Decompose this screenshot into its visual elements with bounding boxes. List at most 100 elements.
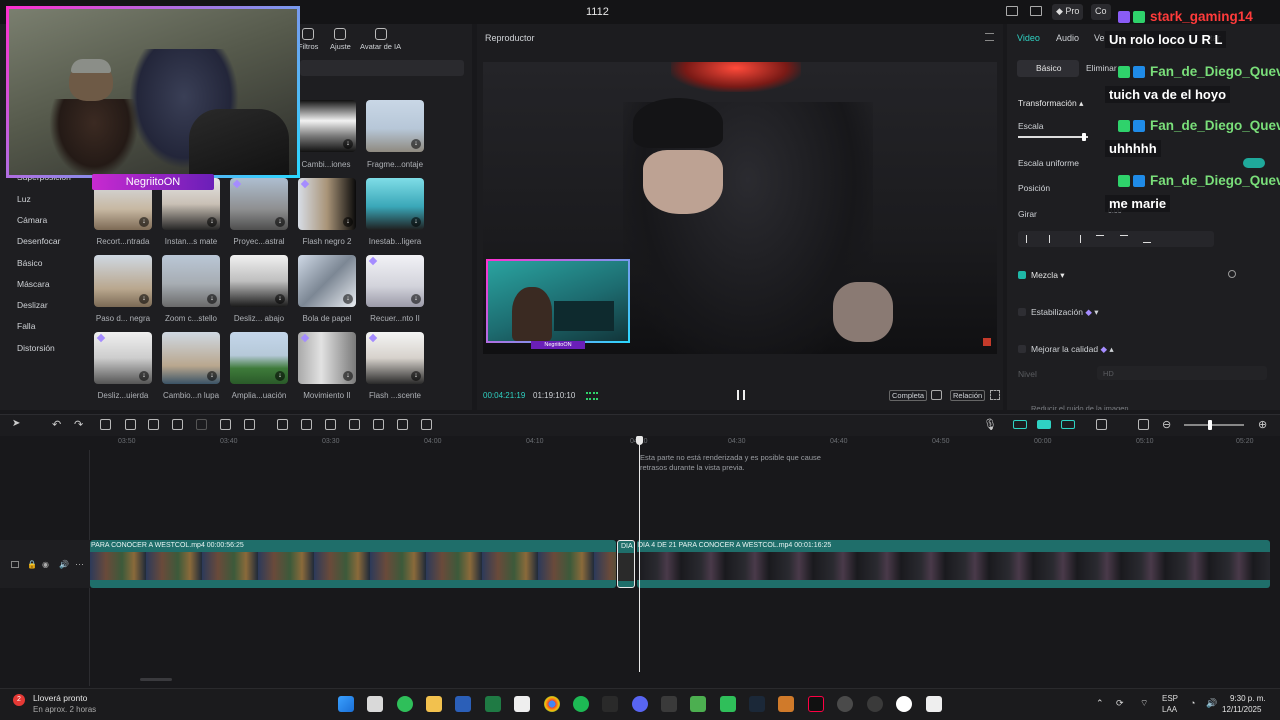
- align-top-icon[interactable]: [1096, 235, 1104, 243]
- stabilization-section[interactable]: Estabilización ◆ ▾: [1031, 307, 1099, 318]
- zoom-out-icon[interactable]: ⊖: [1162, 418, 1171, 431]
- effect-thumbnail[interactable]: ↓: [162, 332, 220, 384]
- download-icon[interactable]: ↓: [275, 217, 285, 227]
- redo-icon[interactable]: ↷: [74, 418, 83, 431]
- spotify-icon[interactable]: [573, 696, 589, 712]
- file-explorer-icon[interactable]: [426, 696, 442, 712]
- tab-avatar-ia[interactable]: Avatar de IA: [360, 28, 401, 51]
- category-falla[interactable]: Falla: [17, 321, 35, 331]
- effect-thumbnail[interactable]: ↓: [298, 255, 356, 307]
- link-main-track-icon[interactable]: [1013, 420, 1027, 429]
- audio-icon[interactable]: 🔊: [59, 560, 69, 569]
- category-camara[interactable]: Cámara: [17, 215, 47, 225]
- pause-icon[interactable]: [737, 390, 745, 400]
- aspect-ratio-button[interactable]: Relación: [950, 390, 986, 401]
- time-ruler[interactable]: [90, 436, 1280, 450]
- tab-ajuste[interactable]: Ajuste: [330, 28, 351, 51]
- wifi-signal-icon[interactable]: ◔: [1190, 698, 1195, 708]
- category-mascara[interactable]: Máscara: [17, 279, 50, 289]
- category-basico[interactable]: Básico: [17, 258, 43, 268]
- category-desenfocar[interactable]: Desenfocar: [17, 236, 60, 246]
- chrome-icon[interactable]: [544, 696, 560, 712]
- crop-icon[interactable]: [220, 419, 231, 430]
- excel-icon[interactable]: [485, 696, 501, 712]
- tab-filtros[interactable]: Filtros: [298, 28, 318, 51]
- ai-icon[interactable]: [421, 419, 432, 430]
- effect-thumbnail[interactable]: ↓: [162, 255, 220, 307]
- align-bottom-icon[interactable]: [1143, 235, 1151, 243]
- level-select[interactable]: [1097, 366, 1267, 380]
- category-deslizar[interactable]: Deslizar: [17, 300, 48, 310]
- language-code[interactable]: ESP: [1162, 694, 1178, 703]
- crop-frame-icon[interactable]: [397, 419, 408, 430]
- capture-icon[interactable]: [931, 390, 942, 400]
- scale-slider[interactable]: [1018, 136, 1088, 138]
- download-icon[interactable]: ↓: [207, 371, 217, 381]
- align-center-icon[interactable]: [1049, 235, 1057, 243]
- fullscreen-icon[interactable]: [990, 390, 1000, 400]
- split-right-icon[interactable]: [148, 419, 159, 430]
- effect-thumbnail[interactable]: ↓: [230, 332, 288, 384]
- download-icon[interactable]: ↓: [207, 217, 217, 227]
- reset-icon[interactable]: [1228, 270, 1236, 278]
- app-icon[interactable]: [778, 696, 794, 712]
- stabilization-checkbox[interactable]: [1018, 308, 1026, 316]
- quality-checkbox[interactable]: [1018, 345, 1026, 353]
- capcut-icon[interactable]: [514, 696, 530, 712]
- download-icon[interactable]: ↓: [275, 294, 285, 304]
- capcut-active-icon[interactable]: [926, 696, 942, 712]
- download-icon[interactable]: ↓: [411, 294, 421, 304]
- lock-icon[interactable]: 🔒: [27, 560, 37, 569]
- section-transformacion[interactable]: Transformación ▴: [1018, 98, 1083, 109]
- effect-thumbnail[interactable]: ↓: [230, 255, 288, 307]
- whatsapp-icon[interactable]: [397, 696, 413, 712]
- microphone-icon[interactable]: 🎙: [983, 418, 997, 431]
- mirror-icon[interactable]: [301, 419, 312, 430]
- zoom-slider[interactable]: [1184, 424, 1244, 426]
- effect-thumbnail[interactable]: ↓: [366, 100, 424, 152]
- word-icon[interactable]: [455, 696, 471, 712]
- volume-icon[interactable]: 🔊: [1206, 698, 1217, 709]
- split-left-icon[interactable]: [125, 419, 136, 430]
- effect-thumbnail[interactable]: ↓: [298, 332, 356, 384]
- weather-alert-icon[interactable]: 2: [13, 694, 25, 706]
- download-icon[interactable]: ↓: [139, 217, 149, 227]
- download-icon[interactable]: ↓: [411, 139, 421, 149]
- video-clip[interactable]: PARA CONOCER A WESTCOL.mp4 00:00:56:25: [90, 540, 616, 588]
- app-icon[interactable]: [867, 696, 883, 712]
- subtitle-icon[interactable]: [373, 419, 384, 430]
- linkage-icon[interactable]: [1061, 420, 1075, 429]
- download-icon[interactable]: ↓: [343, 371, 353, 381]
- preview-axis-icon[interactable]: [1096, 419, 1107, 430]
- download-icon[interactable]: ↓: [207, 294, 217, 304]
- magic-icon[interactable]: [349, 419, 360, 430]
- playhead-handle[interactable]: [636, 436, 643, 445]
- chevron-up-icon[interactable]: ⌃: [1096, 698, 1104, 709]
- delete-icon[interactable]: [172, 419, 183, 430]
- keyframe-icon[interactable]: [325, 419, 336, 430]
- clock-time[interactable]: 9:30 p. m.: [1230, 694, 1266, 703]
- layout-icon[interactable]: [1006, 6, 1018, 16]
- discord-icon[interactable]: [632, 696, 648, 712]
- full-quality-button[interactable]: Completa: [889, 390, 928, 401]
- download-icon[interactable]: ↓: [411, 371, 421, 381]
- undo-icon[interactable]: ↶: [52, 418, 61, 431]
- effect-thumbnail[interactable]: ↓: [230, 178, 288, 230]
- steam-icon[interactable]: [749, 696, 765, 712]
- mix-section[interactable]: Mezcla ▾: [1031, 270, 1065, 281]
- effect-thumbnail[interactable]: ↓: [94, 332, 152, 384]
- zoom-in-icon[interactable]: ⊕: [1258, 418, 1267, 431]
- caption-icon[interactable]: [1138, 419, 1149, 430]
- effect-thumbnail[interactable]: ↓: [366, 178, 424, 230]
- settings-icon[interactable]: [837, 696, 853, 712]
- rotate-icon[interactable]: [244, 419, 255, 430]
- download-icon[interactable]: ↓: [343, 294, 353, 304]
- obs-icon[interactable]: [896, 696, 912, 712]
- download-icon[interactable]: ↓: [139, 371, 149, 381]
- category-distorsion[interactable]: Distorsión: [17, 343, 55, 353]
- effect-thumbnail[interactable]: ↓: [366, 332, 424, 384]
- align-left-icon[interactable]: [1026, 235, 1034, 243]
- app-icon[interactable]: [661, 696, 677, 712]
- horizontal-scrollbar[interactable]: [140, 678, 172, 681]
- effect-thumbnail[interactable]: ↓: [366, 255, 424, 307]
